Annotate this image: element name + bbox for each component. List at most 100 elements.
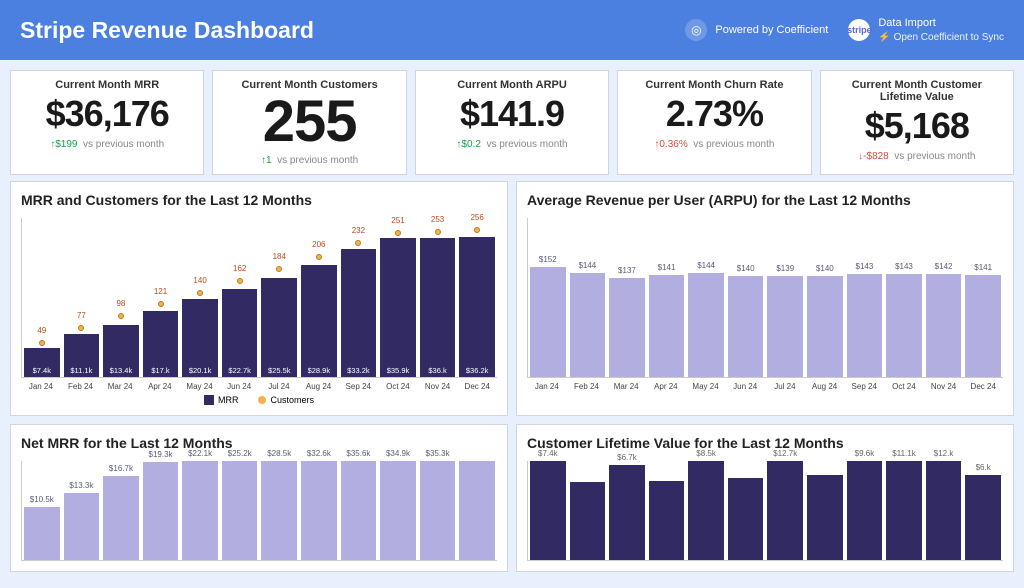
bar: $139 — [767, 276, 803, 377]
bar: $141 — [965, 275, 1001, 377]
kpi-row: Current Month MRR $36,176 ↑$199 vs previou… — [0, 60, 1024, 181]
bar — [807, 475, 843, 560]
x-label: Jan 24 — [529, 382, 565, 391]
customer-marker — [78, 325, 84, 331]
bar-column: $7.4k — [530, 461, 566, 560]
bar-column — [649, 461, 685, 560]
bar-column: $6.k — [965, 461, 1001, 560]
bar: $7.4k — [530, 461, 566, 560]
bar: $12.7k — [767, 461, 803, 560]
kpi-delta: ↑$199 vs previous month — [21, 139, 193, 150]
customer-value-label: 49 — [37, 326, 46, 335]
customer-marker — [39, 340, 45, 346]
bar: $36.k — [420, 238, 456, 377]
powered-by-text: Powered by Coefficient — [715, 24, 828, 36]
chart-title: Average Revenue per User (ARPU) for the … — [527, 192, 1003, 208]
bar-column: 253 $36.k — [420, 218, 456, 377]
bar: $22.7k — [222, 289, 258, 377]
bolt-icon: ⚡ — [878, 32, 890, 43]
bar: $6.7k — [609, 465, 645, 560]
customer-value-label: 121 — [154, 287, 167, 296]
x-label: Dec 24 — [965, 382, 1001, 391]
customer-marker — [435, 229, 441, 235]
bar-column — [570, 461, 606, 560]
coefficient-icon: ◎ — [685, 19, 707, 41]
bar-value-label: $144 — [578, 261, 596, 270]
x-label: Jun 24 — [221, 382, 257, 391]
bar-column: $11.1k — [886, 461, 922, 560]
kpi-card: Current Month MRR $36,176 ↑$199 vs previou… — [10, 70, 204, 175]
bar-value-label: $6.7k — [617, 453, 637, 462]
x-label: Nov 24 — [926, 382, 962, 391]
bar-column: $6.7k — [609, 461, 645, 560]
bar-column: 49$7.4k — [24, 218, 60, 377]
kpi-value: $36,176 — [21, 93, 193, 135]
bar: $11.1k — [886, 461, 922, 560]
bar-value-label: $13.4k — [110, 366, 133, 375]
data-import-title: Data Import — [878, 16, 1004, 30]
bar: $140 — [728, 276, 764, 377]
x-axis-labels: Jan 24Feb 24Mar 24Apr 24May 24Jun 24Jul … — [527, 382, 1003, 391]
bar-column: 184$25.5k — [261, 218, 297, 377]
powered-by: ◎ Powered by Coefficient — [685, 19, 828, 41]
bar: $10.5k — [24, 507, 60, 560]
chart-net-mrr: Net MRR for the Last 12 Months $10.5k$13… — [10, 424, 508, 572]
customer-marker — [158, 301, 164, 307]
bar-column: $32.6k — [301, 461, 337, 560]
bar-column: $141 — [965, 218, 1001, 377]
kpi-label: Current Month ARPU — [426, 79, 598, 91]
bar-column: $35.6k — [341, 461, 377, 560]
customer-marker — [395, 230, 401, 236]
bar: $35.3k — [420, 461, 456, 560]
bar-value-label: $33.2k — [347, 366, 370, 375]
x-label: Jan 24 — [23, 382, 59, 391]
bar-chart: $10.5k$13.3k$16.7k$19.3k$22.1k$25.2k$28.… — [21, 461, 497, 561]
bar: $35.9k — [380, 238, 416, 377]
kpi-delta: ↓-$828 vs previous month — [831, 151, 1003, 162]
customer-value-label: 253 — [431, 215, 444, 224]
bar: $28.9k — [301, 265, 337, 377]
bar-value-label: $25.5k — [268, 366, 291, 375]
bar: $35.6k — [341, 461, 377, 560]
bar-value-label: $139 — [776, 264, 794, 273]
bar-column: $9.6k — [847, 461, 883, 560]
bar-column: $19.3k — [143, 461, 179, 560]
kpi-card: Current Month ARPU$141.9↑$0.2 vs previou… — [415, 70, 609, 175]
bar-column: $144 — [688, 218, 724, 377]
bar: $20.1k — [182, 299, 218, 377]
x-label: Mar 24 — [608, 382, 644, 391]
bar-column: 256$36.2k — [459, 218, 495, 377]
bar-column: $143 — [847, 218, 883, 377]
customer-value-label: 251 — [391, 216, 404, 225]
bar-value-label: $9.6k — [855, 449, 875, 458]
kpi-label: Current Month MRR — [21, 79, 193, 91]
bar-value-label: $137 — [618, 266, 636, 275]
kpi-delta: ↑1 vs previous month — [223, 155, 395, 166]
bar-column: 77$11.1k — [64, 218, 100, 377]
customer-value-label: 162 — [233, 264, 246, 273]
x-label: Jul 24 — [261, 382, 297, 391]
bar: $143 — [847, 274, 883, 377]
bar-value-label: $34.9k — [386, 449, 410, 458]
sync-text: Open Coefficient to Sync — [894, 32, 1004, 43]
bar-column — [807, 461, 843, 560]
bar-column: $139 — [767, 218, 803, 377]
bar-column: $142 — [926, 218, 962, 377]
bar-column: 162 $22.7k — [222, 218, 258, 377]
kpi-value: $141.9 — [426, 93, 598, 135]
x-label: Apr 24 — [142, 382, 178, 391]
data-import[interactable]: stripe Data Import ⚡ Open Coefficient to… — [848, 16, 1004, 43]
bar-column: 206 $28.9k — [301, 218, 337, 377]
bar-value-label: $141 — [658, 263, 676, 272]
bar-value-label: $16.7k — [109, 464, 133, 473]
chart-title: Customer Lifetime Value for the Last 12 … — [527, 435, 1003, 451]
bar-value-label: $17.k — [151, 366, 169, 375]
bar-value-label: $12.k — [934, 449, 954, 458]
bar-value-label: $141 — [974, 263, 992, 272]
customer-value-label: 206 — [312, 240, 325, 249]
kpi-card: Current Month Churn Rate2.73%↑0.36% vs p… — [617, 70, 811, 175]
bar: $17.k — [143, 311, 179, 377]
customer-value-label: 77 — [77, 311, 86, 320]
chart-mrr-customers: MRR and Customers for the Last 12 Months… — [10, 181, 508, 416]
bar-column: $141 — [649, 218, 685, 377]
